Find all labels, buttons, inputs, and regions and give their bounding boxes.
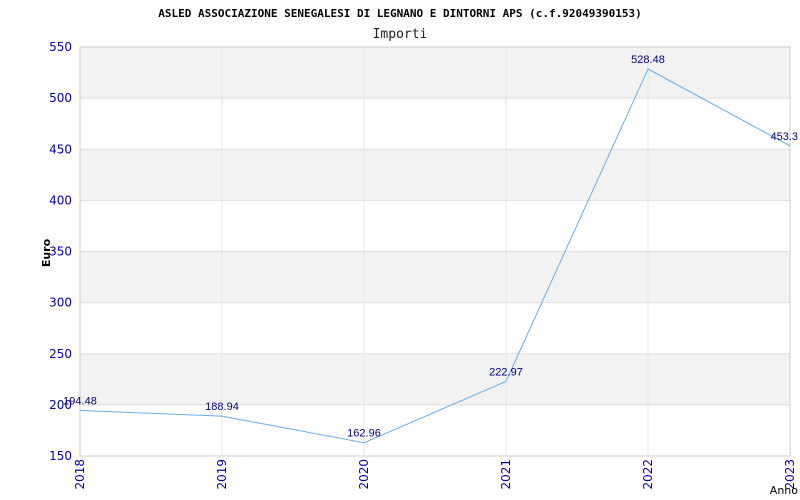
y-tick-label: 300 xyxy=(49,296,72,310)
y-tick-label: 450 xyxy=(49,142,72,156)
x-tick-label: 2022 xyxy=(641,459,655,490)
x-tick-label: 2020 xyxy=(357,459,371,490)
data-label: 188.94 xyxy=(205,401,239,413)
x-tick-label: 2021 xyxy=(499,459,513,490)
data-label: 194.48 xyxy=(63,396,97,408)
y-tick-label: 500 xyxy=(49,91,72,105)
grid-band xyxy=(80,353,790,405)
chart-subtitle: Importi xyxy=(373,27,428,42)
line-chart: ASLED ASSOCIAZIONE SENEGALESI DI LEGNANO… xyxy=(40,7,798,497)
y-tick-label: 550 xyxy=(49,40,72,54)
data-label: 162.96 xyxy=(347,428,381,440)
data-label: 528.48 xyxy=(631,54,665,66)
data-label: 453.3 xyxy=(770,131,798,143)
grid-band xyxy=(80,251,790,303)
y-tick-label: 250 xyxy=(49,347,72,361)
y-tick-label: 400 xyxy=(49,193,72,207)
x-tick-label: 2018 xyxy=(73,459,87,490)
grid-band xyxy=(80,98,790,150)
grid-band xyxy=(80,200,790,252)
grid-band xyxy=(80,47,790,99)
chart-title: ASLED ASSOCIAZIONE SENEGALESI DI LEGNANO… xyxy=(158,7,641,20)
y-axis-label: Euro xyxy=(40,238,53,267)
y-tick-label: 150 xyxy=(49,449,72,463)
x-tick-label: 2019 xyxy=(215,459,229,490)
grid-band xyxy=(80,302,790,354)
data-label: 222.97 xyxy=(489,366,523,378)
grid-band xyxy=(80,149,790,201)
x-axis-label: Anno xyxy=(770,484,798,497)
x-axis-ticks: 2018 2019 2020 2021 2022 2023 xyxy=(73,459,797,490)
